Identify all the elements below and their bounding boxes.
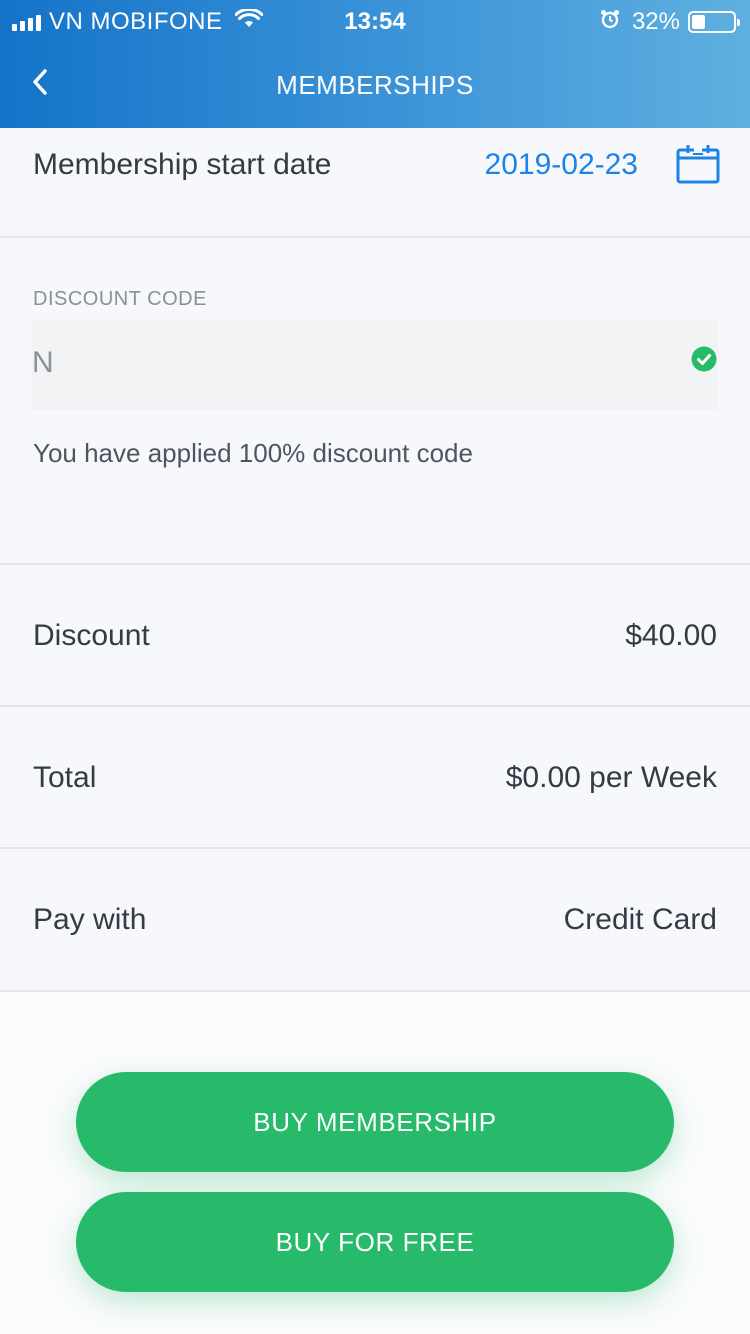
discount-row: Discount $40.00 xyxy=(0,565,750,707)
discount-applied-message: You have applied 100% discount code xyxy=(33,438,473,468)
total-row: Total $0.00 per Week xyxy=(0,707,750,849)
start-date-row[interactable]: Membership start date 2019-02-23 xyxy=(0,128,750,238)
status-right: 32% xyxy=(600,8,740,36)
pay-with-label: Pay with xyxy=(33,903,147,936)
alarm-icon xyxy=(600,8,620,36)
battery-icon xyxy=(688,11,740,33)
battery-percent: 32% xyxy=(631,8,680,35)
start-date-value[interactable]: 2019-02-23 xyxy=(485,148,638,182)
start-date-label: Membership start date xyxy=(33,148,332,181)
pay-with-value[interactable]: Credit Card xyxy=(564,903,717,937)
buy-for-free-button[interactable]: BUY FOR FREE xyxy=(76,1192,674,1292)
total-value: $0.00 per Week xyxy=(505,761,717,794)
discount-code-value: N xyxy=(32,346,54,379)
calendar-icon[interactable] xyxy=(676,144,720,189)
header: VN MOBIFONE 13:54 32% MEMBERSHIPS xyxy=(0,0,750,128)
discount-value: $40.00 xyxy=(625,619,717,652)
discount-code-section: DISCOUNT CODE N You have applied 100% di… xyxy=(0,238,750,565)
page-title: MEMBERSHIPS xyxy=(276,70,474,100)
discount-code-label: DISCOUNT CODE xyxy=(33,288,207,310)
discount-label: Discount xyxy=(33,619,150,652)
battery-fill xyxy=(692,15,705,29)
nav-bar: MEMBERSHIPS xyxy=(0,42,750,128)
total-label: Total xyxy=(33,761,97,794)
discount-code-input[interactable] xyxy=(32,320,718,410)
pay-with-row[interactable]: Pay with Credit Card xyxy=(0,849,750,992)
status-bar: VN MOBIFONE 13:54 32% xyxy=(0,0,750,42)
buy-membership-button[interactable]: BUY MEMBERSHIP xyxy=(76,1072,674,1172)
check-circle-icon xyxy=(691,346,717,377)
